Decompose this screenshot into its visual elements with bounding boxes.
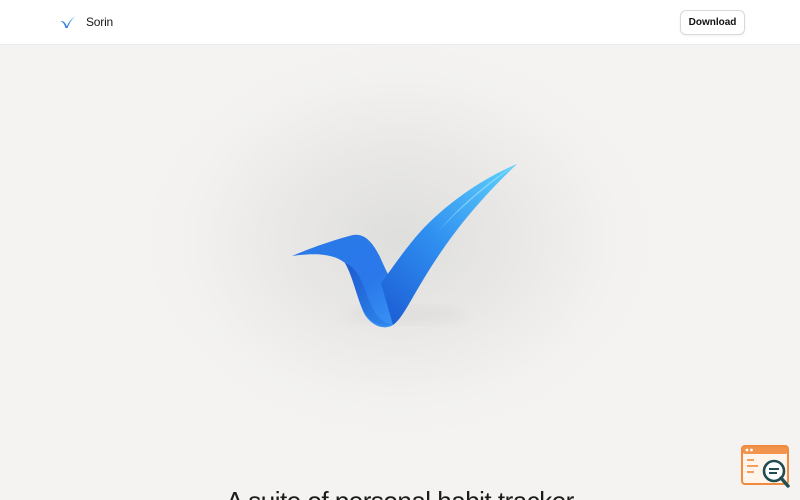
hero-section: A suite of personal habit tracker — [0, 45, 800, 500]
brand-name: Sorin — [86, 15, 114, 29]
page: Sorin Download — [0, 0, 800, 500]
brand-link[interactable]: Sorin — [60, 12, 113, 32]
checkmark-logo-icon — [60, 16, 76, 28]
search-inspect-widget[interactable] — [740, 444, 792, 490]
search-inspect-icon — [741, 445, 790, 488]
top-nav: Sorin Download — [0, 0, 800, 45]
blue-checkmark-icon — [292, 164, 517, 328]
hero-headline: A suite of personal habit tracker — [0, 486, 800, 500]
download-button[interactable]: Download — [680, 10, 745, 35]
